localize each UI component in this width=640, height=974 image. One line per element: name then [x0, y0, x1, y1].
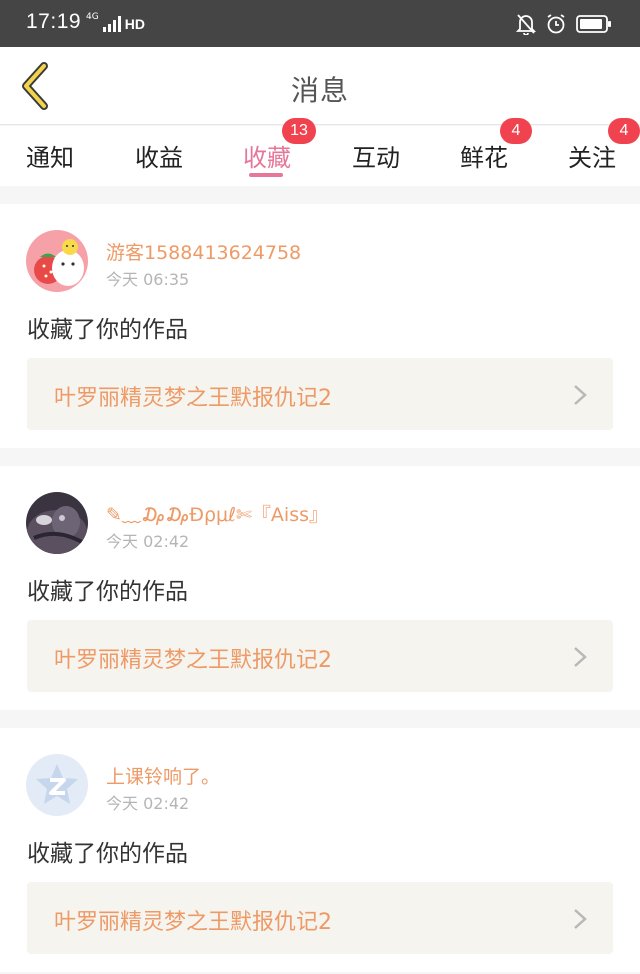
tab-follows[interactable]: 关注 — [568, 138, 616, 173]
timestamp: 今天 06:35 — [106, 270, 190, 289]
chevron-right-icon — [574, 385, 587, 405]
action-text: 收藏了你的作品 — [27, 579, 188, 605]
status-time: 17:19 — [26, 10, 82, 33]
page-title: 消息 — [290, 74, 349, 107]
work-title: 叶罗丽精灵梦之王默报仇记2 — [54, 648, 332, 673]
app-header: 消息 — [0, 47, 640, 125]
tab-earnings[interactable]: 收益 — [135, 138, 183, 173]
status-network-group: 4G HD — [86, 12, 145, 36]
tab-favorites[interactable]: 收藏 — [243, 138, 291, 173]
notification-card: 游客1588413624758 今天 06:35 收藏了你的作品 叶罗丽精灵梦之… — [0, 204, 640, 448]
signal-icon — [102, 16, 121, 32]
work-link[interactable]: 叶罗丽精灵梦之王默报仇记2 — [27, 358, 613, 430]
work-title: 叶罗丽精灵梦之王默报仇记2 — [54, 386, 332, 411]
work-link[interactable]: 叶罗丽精灵梦之王默报仇记2 — [27, 620, 613, 692]
timestamp: 今天 02:42 — [106, 794, 190, 813]
status-bar: 17:19 4G HD — [0, 0, 640, 47]
username[interactable]: 游客1588413624758 — [106, 238, 301, 265]
tab-flowers-badge: 4 — [500, 118, 532, 144]
action-text: 收藏了你的作品 — [27, 841, 188, 867]
notification-card: ✎﹏₯₯Ɖρμℓ✄『Aiss』 今天 02:42 收藏了你的作品 叶罗丽精灵梦之… — [0, 466, 640, 710]
hd-label: HD — [124, 16, 145, 32]
status-system-group — [516, 12, 612, 36]
bell-muted-icon — [516, 14, 536, 35]
tab-follows-badge: 4 — [608, 118, 640, 144]
username[interactable]: 上课铃响了。 — [106, 762, 220, 789]
chevron-right-icon — [574, 647, 587, 667]
network-type-label: 4G — [86, 12, 99, 22]
avatar[interactable] — [26, 492, 88, 554]
tab-bar: 通知 收益 收藏 13 互动 鲜花 4 关注 4 — [0, 118, 640, 186]
battery-icon — [576, 15, 611, 33]
action-text: 收藏了你的作品 — [27, 317, 188, 343]
tab-interactions[interactable]: 互动 — [352, 138, 400, 173]
tab-flowers[interactable]: 鲜花 — [460, 138, 508, 173]
avatar[interactable] — [26, 230, 88, 292]
alarm-clock-icon — [547, 14, 565, 34]
work-link[interactable]: 叶罗丽精灵梦之王默报仇记2 — [27, 882, 613, 954]
notification-card: 上课铃响了。 今天 02:42 收藏了你的作品 叶罗丽精灵梦之王默报仇记2 — [0, 728, 640, 972]
tab-notifications[interactable]: 通知 — [26, 138, 74, 173]
work-title: 叶罗丽精灵梦之王默报仇记2 — [54, 910, 332, 935]
chevron-right-icon — [574, 909, 587, 929]
tab-favorites-badge: 13 — [282, 118, 316, 144]
avatar[interactable] — [26, 754, 88, 816]
timestamp: 今天 02:42 — [106, 532, 190, 551]
username[interactable]: ✎﹏₯₯Ɖρμℓ✄『Aiss』 — [106, 500, 328, 527]
active-tab-indicator — [249, 173, 283, 177]
